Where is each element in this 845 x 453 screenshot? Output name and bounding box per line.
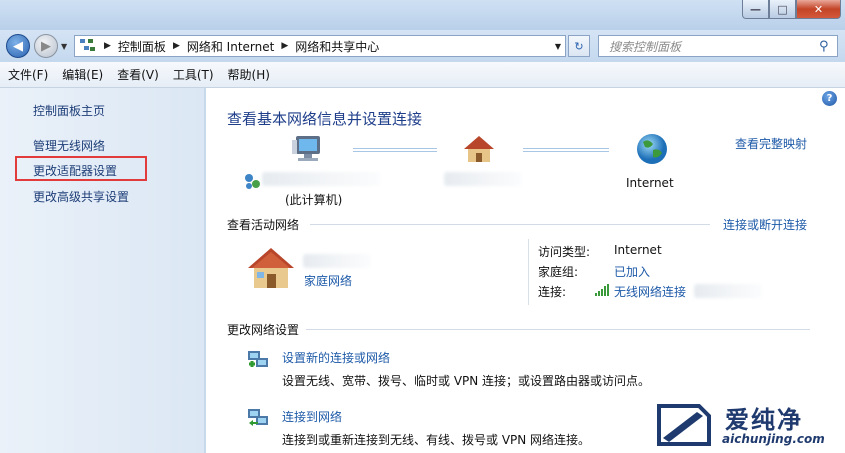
vertical-divider <box>528 239 529 305</box>
access-type-value: Internet <box>614 243 662 257</box>
address-bar[interactable]: ▶ 控制面板 ▶ 网络和 Internet ▶ 网络和共享中心 ▼ <box>74 35 566 57</box>
forward-button[interactable]: ▶ <box>34 34 58 58</box>
redacted-computer-name <box>262 172 380 186</box>
network-folder-icon <box>80 39 96 53</box>
breadcrumb-network-internet[interactable]: 网络和 Internet ▶ <box>187 38 295 55</box>
redacted-network-name <box>444 172 522 186</box>
section-divider <box>306 329 810 330</box>
redacted-ssid <box>694 284 762 298</box>
search-input[interactable]: 搜索控制面板 <box>599 38 819 55</box>
wireless-connection-link[interactable]: 无线网络连接 <box>614 283 686 300</box>
menu-tools[interactable]: 工具(T) <box>173 66 214 83</box>
setup-new-connection-link[interactable]: 设置新的连接或网络 <box>282 349 390 366</box>
internet-globe-icon <box>637 134 667 164</box>
menu-edit[interactable]: 编辑(E) <box>62 66 103 83</box>
minimize-button[interactable]: — <box>742 0 769 19</box>
sidebar-item-manage-wireless[interactable]: 管理无线网络 <box>33 137 105 154</box>
map-connector-line <box>353 148 437 152</box>
breadcrumb-separator[interactable]: ▶ <box>100 41 118 51</box>
watermark-logo <box>657 404 711 446</box>
connect-to-network-desc: 连接到或重新连接到无线、有线、拨号或 VPN 网络连接。 <box>282 433 591 447</box>
watermark-text: 爱纯净 <box>725 406 803 434</box>
menu-help[interactable]: 帮助(H) <box>228 66 270 83</box>
connect-to-network-icon <box>248 409 268 426</box>
connect-to-network-link[interactable]: 连接到网络 <box>282 408 342 425</box>
breadcrumb-sharing-center[interactable]: 网络和共享中心 <box>295 38 379 55</box>
navigation-bar: ◀ ▶ ▼ ▶ 控制面板 ▶ 网络和 Internet ▶ 网络和共享中心 ▼ ↻ … <box>0 30 845 62</box>
active-networks-header: 查看活动网络 <box>227 218 300 232</box>
sidebar: 控制面板主页 管理无线网络 更改适配器设置 更改高级共享设置 <box>0 88 205 453</box>
window-controls: — □ ✕ <box>742 0 841 19</box>
title-bar: — □ ✕ <box>0 0 845 30</box>
refresh-button[interactable]: ↻ <box>568 35 590 57</box>
menu-view[interactable]: 查看(V) <box>117 66 159 83</box>
breadcrumb-control-panel[interactable]: 控制面板 ▶ <box>118 38 187 55</box>
internet-label: Internet <box>626 176 674 190</box>
wireless-adapter-icon <box>245 174 260 189</box>
connections-label: 连接: <box>538 285 567 299</box>
search-box[interactable]: 搜索控制面板 ⚲ <box>598 35 838 57</box>
new-connection-icon <box>248 351 268 367</box>
this-computer-label: (此计算机) <box>285 193 343 207</box>
close-button[interactable]: ✕ <box>796 0 841 19</box>
recent-pages-dropdown[interactable]: ▼ <box>61 42 67 51</box>
home-network-large-icon <box>248 248 294 288</box>
signal-strength-icon <box>595 284 609 296</box>
search-icon[interactable]: ⚲ <box>819 39 837 54</box>
back-button[interactable]: ◀ <box>6 34 30 58</box>
map-connector-line <box>523 148 609 152</box>
watermark-url: aichunjing.com <box>722 432 825 446</box>
page-title: 查看基本网络信息并设置连接 <box>227 110 423 128</box>
connect-disconnect-link[interactable]: 连接或断开连接 <box>723 216 807 233</box>
menu-bar: 文件(F) 编辑(E) 查看(V) 工具(T) 帮助(H) <box>0 62 845 88</box>
menu-file[interactable]: 文件(F) <box>8 66 48 83</box>
main-content: ? 查看基本网络信息并设置连接 查看完整映射 (此计算机) Internet 查… <box>206 88 845 453</box>
maximize-button[interactable]: □ <box>769 0 796 19</box>
access-type-label: 访问类型: <box>538 245 591 259</box>
home-network-icon <box>464 136 494 162</box>
homegroup-label: 家庭组: <box>538 265 579 279</box>
setup-new-connection-desc: 设置无线、宽带、拨号、临时或 VPN 连接；或设置路由器或访问点。 <box>282 374 651 388</box>
redacted-network-label <box>303 254 371 268</box>
view-full-map-link[interactable]: 查看完整映射 <box>735 135 807 152</box>
address-dropdown-icon[interactable]: ▼ <box>555 42 561 51</box>
homegroup-link[interactable]: 已加入 <box>614 263 650 280</box>
sidebar-item-advanced-sharing[interactable]: 更改高级共享设置 <box>33 188 129 205</box>
change-settings-header: 更改网络设置 <box>227 323 300 337</box>
help-icon[interactable]: ? <box>822 91 837 106</box>
computer-icon <box>292 136 320 161</box>
highlight-annotation-box <box>15 156 147 181</box>
section-divider <box>310 224 710 225</box>
network-type-link[interactable]: 家庭网络 <box>304 272 352 289</box>
sidebar-control-panel-home[interactable]: 控制面板主页 <box>33 102 105 119</box>
